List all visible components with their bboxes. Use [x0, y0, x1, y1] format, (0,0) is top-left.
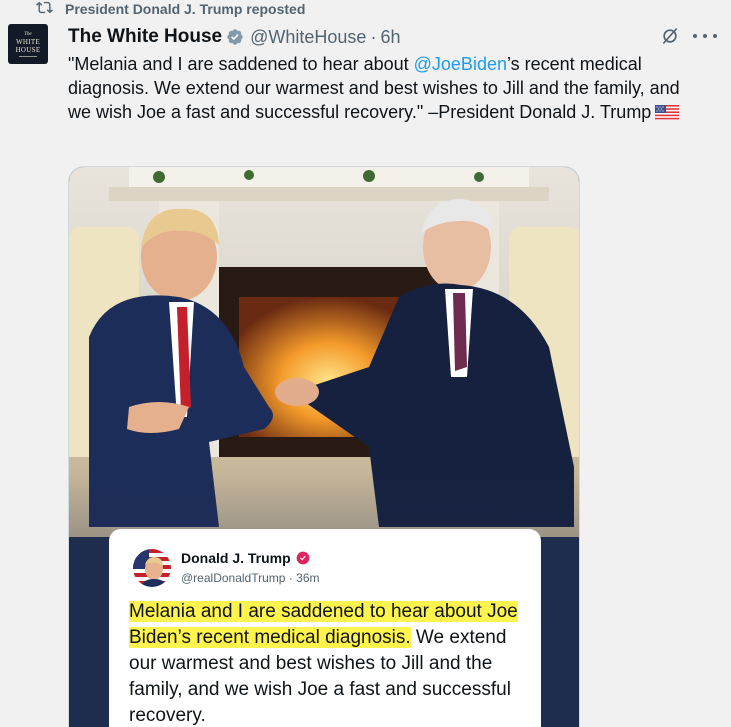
- quote-author-name-text: Donald J. Trump: [181, 550, 291, 566]
- more-dot: [693, 34, 697, 38]
- quote-verified-icon: [296, 551, 310, 565]
- us-flag-emoji: [655, 102, 680, 120]
- more-icon[interactable]: [693, 26, 717, 46]
- repost-icon: [36, 0, 53, 19]
- tweet-header: The White House @WhiteHouse · 6h: [68, 26, 400, 48]
- quote-separator: ·: [288, 571, 293, 585]
- author-avatar[interactable]: The WHITE HOUSE: [8, 24, 48, 64]
- verified-badge-icon[interactable]: [226, 28, 244, 46]
- avatar-text-white: WHITE: [15, 37, 41, 46]
- grok-icon[interactable]: [660, 26, 680, 46]
- more-dot: [703, 34, 707, 38]
- more-dot: [713, 34, 717, 38]
- quote-author-name[interactable]: Donald J. Trump: [181, 550, 310, 566]
- avatar-divider: [19, 55, 37, 57]
- timestamp[interactable]: 6h: [380, 27, 400, 48]
- tweet-media[interactable]: Donald J. Trump @realDonaldTrump · 36m M…: [68, 166, 580, 727]
- tweet-text-start: "Melania and I are saddened to hear abou…: [68, 54, 414, 74]
- quote-meta: @realDonaldTrump · 36m: [181, 571, 319, 585]
- tweet-text: "Melania and I are saddened to hear abou…: [68, 52, 698, 124]
- header-separator: ·: [370, 26, 377, 47]
- quoted-post-card[interactable]: Donald J. Trump @realDonaldTrump · 36m M…: [109, 529, 541, 727]
- author-handle[interactable]: @WhiteHouse: [250, 27, 366, 48]
- mention-link[interactable]: @JoeBiden: [414, 54, 507, 74]
- avatar-text-house: HOUSE: [15, 45, 41, 54]
- quote-time: 36m: [296, 571, 320, 585]
- quote-avatar[interactable]: [133, 549, 171, 587]
- repost-indicator[interactable]: President Donald J. Trump reposted: [36, 0, 305, 18]
- quote-body: Melania and I are saddened to hear about…: [129, 599, 529, 727]
- author-name[interactable]: The White House: [68, 26, 222, 48]
- repost-label: President Donald J. Trump reposted: [65, 1, 306, 17]
- quote-handle: @realDonaldTrump: [181, 571, 286, 585]
